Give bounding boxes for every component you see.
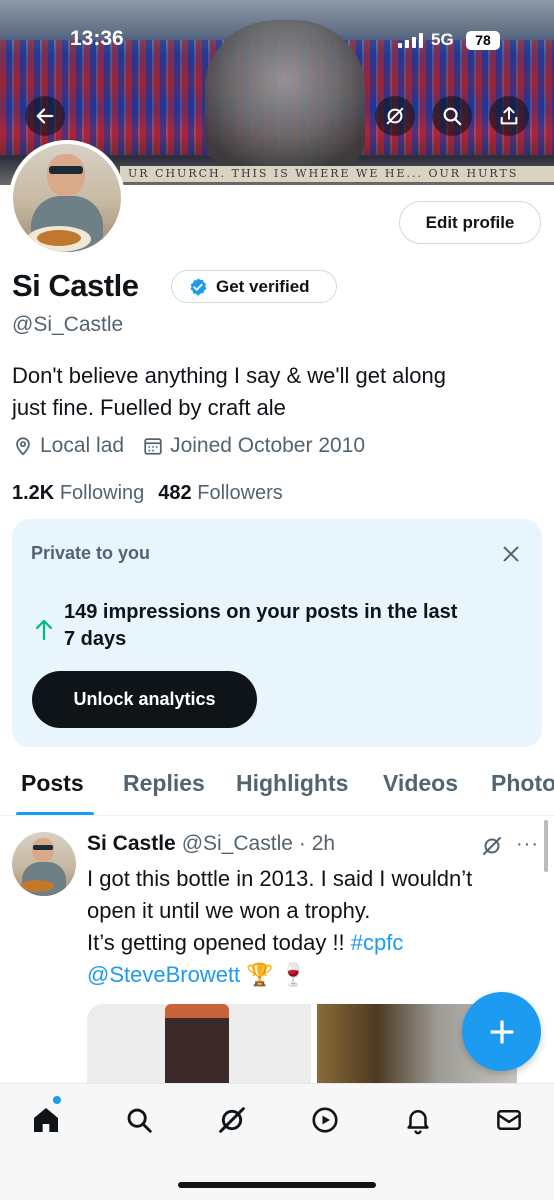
following-link[interactable]: 1.2K Following <box>12 482 144 505</box>
profile-tabs: Posts Replies Highlights Videos Photos <box>0 760 554 816</box>
more-options-icon[interactable]: ··· <box>516 833 539 856</box>
post-header: Si Castle @Si_Castle · 2h <box>87 832 335 856</box>
impressions-line: 7 days <box>64 628 127 650</box>
mention-link[interactable]: @SteveBrowett <box>87 962 240 987</box>
edit-profile-button[interactable]: Edit profile <box>399 201 541 244</box>
bell-icon <box>407 1110 429 1135</box>
profile-meta: Local lad Joined October 2010 <box>12 434 383 458</box>
tab-replies[interactable]: Replies <box>123 770 205 797</box>
follow-stats: 1.2K Following 482 Followers <box>12 482 283 505</box>
network-type: 5G <box>431 30 454 49</box>
active-tab-indicator <box>16 812 94 815</box>
tab-videos[interactable]: Videos <box>383 770 458 797</box>
post-text: I got this bottle in 2013. I said I woul… <box>87 863 527 991</box>
post-author-name[interactable]: Si Castle <box>87 832 176 856</box>
nav-videos[interactable] <box>307 1102 343 1138</box>
nav-notifications[interactable] <box>400 1102 436 1138</box>
hashtag-link[interactable]: #cpfc <box>351 930 404 955</box>
analytics-card: Private to you 149 impressions on your p… <box>12 519 542 747</box>
post-line: @SteveBrowett 🏆 🍷 <box>87 959 527 991</box>
get-verified-button[interactable]: Get verified <box>171 270 337 303</box>
impressions-text: 149 impressions on your posts in the las… <box>64 599 524 653</box>
following-count: 1.2K <box>12 482 55 504</box>
grok-icon[interactable] <box>480 834 504 858</box>
location-pin-icon <box>16 437 30 456</box>
followers-count: 482 <box>158 482 192 504</box>
bio-line: Don't believe anything I say & we'll get… <box>12 363 446 388</box>
following-label: Following <box>59 482 145 504</box>
back-button[interactable] <box>25 96 65 136</box>
grok-icon <box>386 107 404 125</box>
battery-icon: 78 <box>466 31 500 50</box>
private-label: Private to you <box>31 543 151 563</box>
tab-posts[interactable]: Posts <box>21 770 84 797</box>
battery-level: 78 <box>475 32 491 48</box>
search-icon <box>127 1108 152 1133</box>
joined-text: Joined October 2010 <box>170 434 366 457</box>
profile-bio: Don't believe anything I say & we'll get… <box>12 360 532 424</box>
home-icon <box>34 1108 58 1132</box>
verified-badge-icon <box>190 277 207 296</box>
followers-link[interactable]: 482 Followers <box>158 482 283 505</box>
close-icon[interactable] <box>500 543 522 565</box>
post-time: · 2h <box>298 832 336 855</box>
impressions-line: 149 impressions on your posts in the las… <box>64 601 458 623</box>
location-text: Local lad <box>40 434 125 457</box>
profile-name: Si Castle <box>12 268 139 303</box>
post-avatar[interactable] <box>12 832 76 896</box>
arrow-up-icon <box>35 619 53 641</box>
mail-icon <box>497 1110 521 1130</box>
play-icon <box>312 1107 338 1133</box>
plus-icon <box>489 1019 514 1044</box>
share-icon <box>500 106 518 125</box>
signal-icon <box>398 33 426 48</box>
profile-avatar[interactable] <box>9 140 125 256</box>
nav-grok[interactable] <box>214 1102 250 1138</box>
status-bar: 13:36 5G 78 <box>0 0 554 80</box>
nav-search[interactable] <box>121 1102 157 1138</box>
profile-handle: @Si_Castle <box>12 313 124 336</box>
unlock-analytics-button[interactable]: Unlock analytics <box>32 671 257 728</box>
followers-label: Followers <box>197 482 283 504</box>
post-line: open it until we won a trophy. <box>87 898 371 923</box>
search-icon <box>443 107 462 126</box>
compose-button[interactable] <box>462 992 541 1071</box>
calendar-icon <box>144 438 162 455</box>
bio-line: just fine. Fuelled by craft ale <box>12 395 286 420</box>
grok-button[interactable] <box>375 96 415 136</box>
grok-icon <box>219 1107 245 1133</box>
arrow-left-icon <box>36 108 54 124</box>
home-indicator[interactable] <box>178 1182 376 1188</box>
nav-messages[interactable] <box>491 1102 527 1138</box>
post-line: I got this bottle in 2013. I said I woul… <box>87 866 473 891</box>
location-item: Local lad <box>12 434 124 458</box>
post-author-handle: @Si_Castle <box>181 832 293 855</box>
search-button[interactable] <box>432 96 472 136</box>
banner-caption: UR CHURCH. THIS IS WHERE WE HE... OUR HU… <box>120 166 554 182</box>
post-emojis: 🏆 🍷 <box>240 962 308 987</box>
status-time: 13:36 <box>70 27 124 50</box>
tab-photos[interactable]: Photos <box>491 770 554 797</box>
share-button[interactable] <box>489 96 529 136</box>
avatar-photo <box>13 144 121 252</box>
post-line: It’s getting opened today !! #cpfc <box>87 927 527 959</box>
nav-home[interactable] <box>28 1102 64 1138</box>
tab-highlights[interactable]: Highlights <box>236 770 348 797</box>
get-verified-label: Get verified <box>216 276 310 296</box>
joined-item: Joined October 2010 <box>142 434 365 458</box>
scrollbar[interactable] <box>544 820 548 872</box>
post-line-text: It’s getting opened today !! <box>87 930 351 955</box>
notification-dot <box>53 1096 61 1104</box>
